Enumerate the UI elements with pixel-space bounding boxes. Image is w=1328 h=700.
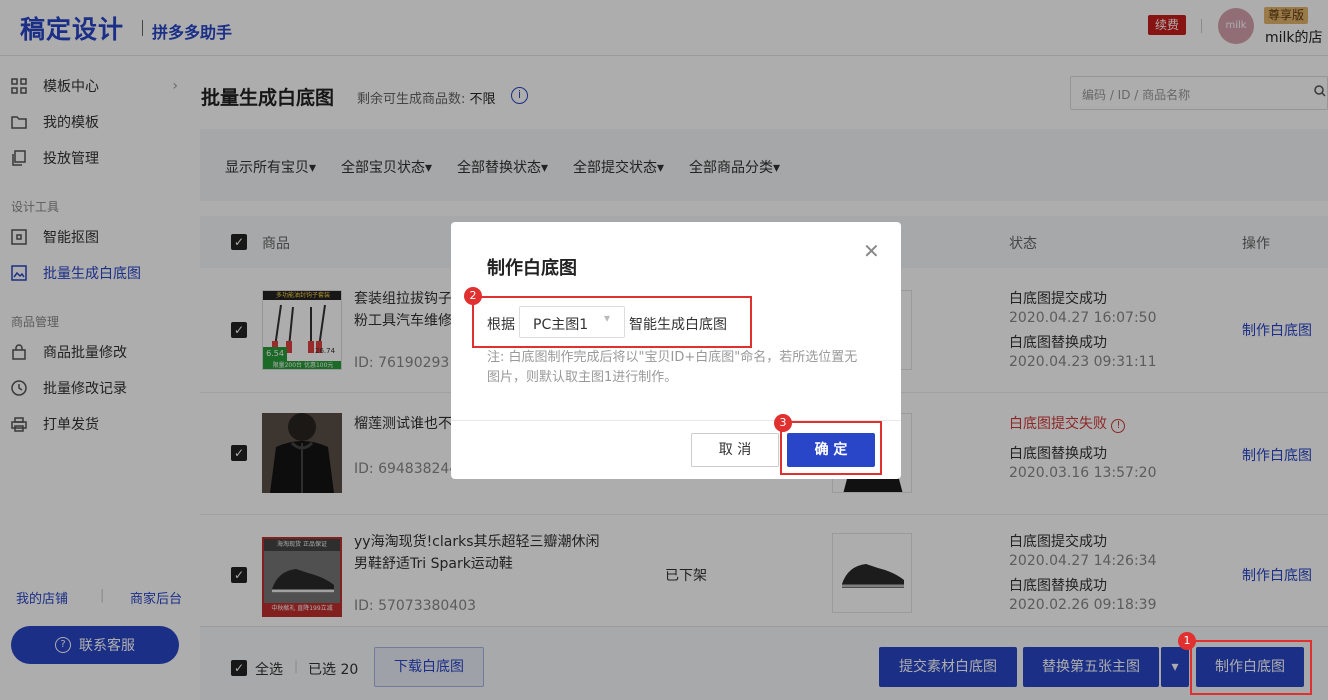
highlight-box-confirm [780, 421, 882, 475]
close-icon[interactable]: ✕ [863, 239, 880, 263]
cancel-button[interactable]: 取 消 [691, 433, 779, 467]
highlight-box-make [1190, 640, 1312, 695]
annotation-badge: 3 [774, 414, 792, 432]
dialog-title: 制作白底图 [487, 258, 577, 279]
dialog-note: 注: 白底图制作完成后将以"宝贝ID+白底图"命名，若所选位置无图片，则默认取主… [487, 350, 858, 385]
annotation-badge: 2 [464, 287, 482, 305]
annotation-badge: 1 [1178, 632, 1196, 650]
highlight-box-select [472, 296, 752, 348]
